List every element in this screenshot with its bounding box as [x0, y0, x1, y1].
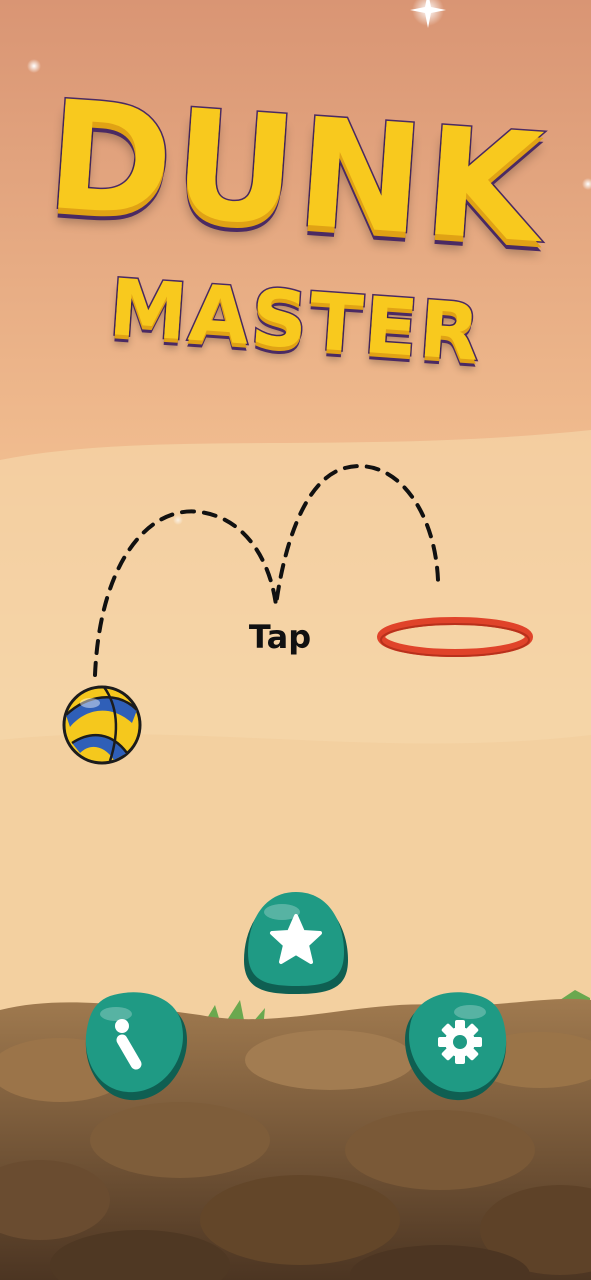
- game-title-dunk: DUNK: [40, 67, 550, 278]
- ball: [62, 685, 142, 765]
- tap-hint-label: Tap: [248, 618, 312, 656]
- settings-button[interactable]: [400, 990, 512, 1102]
- gear-icon: [438, 1020, 482, 1064]
- rate-button[interactable]: [240, 890, 352, 998]
- info-button[interactable]: [80, 990, 192, 1102]
